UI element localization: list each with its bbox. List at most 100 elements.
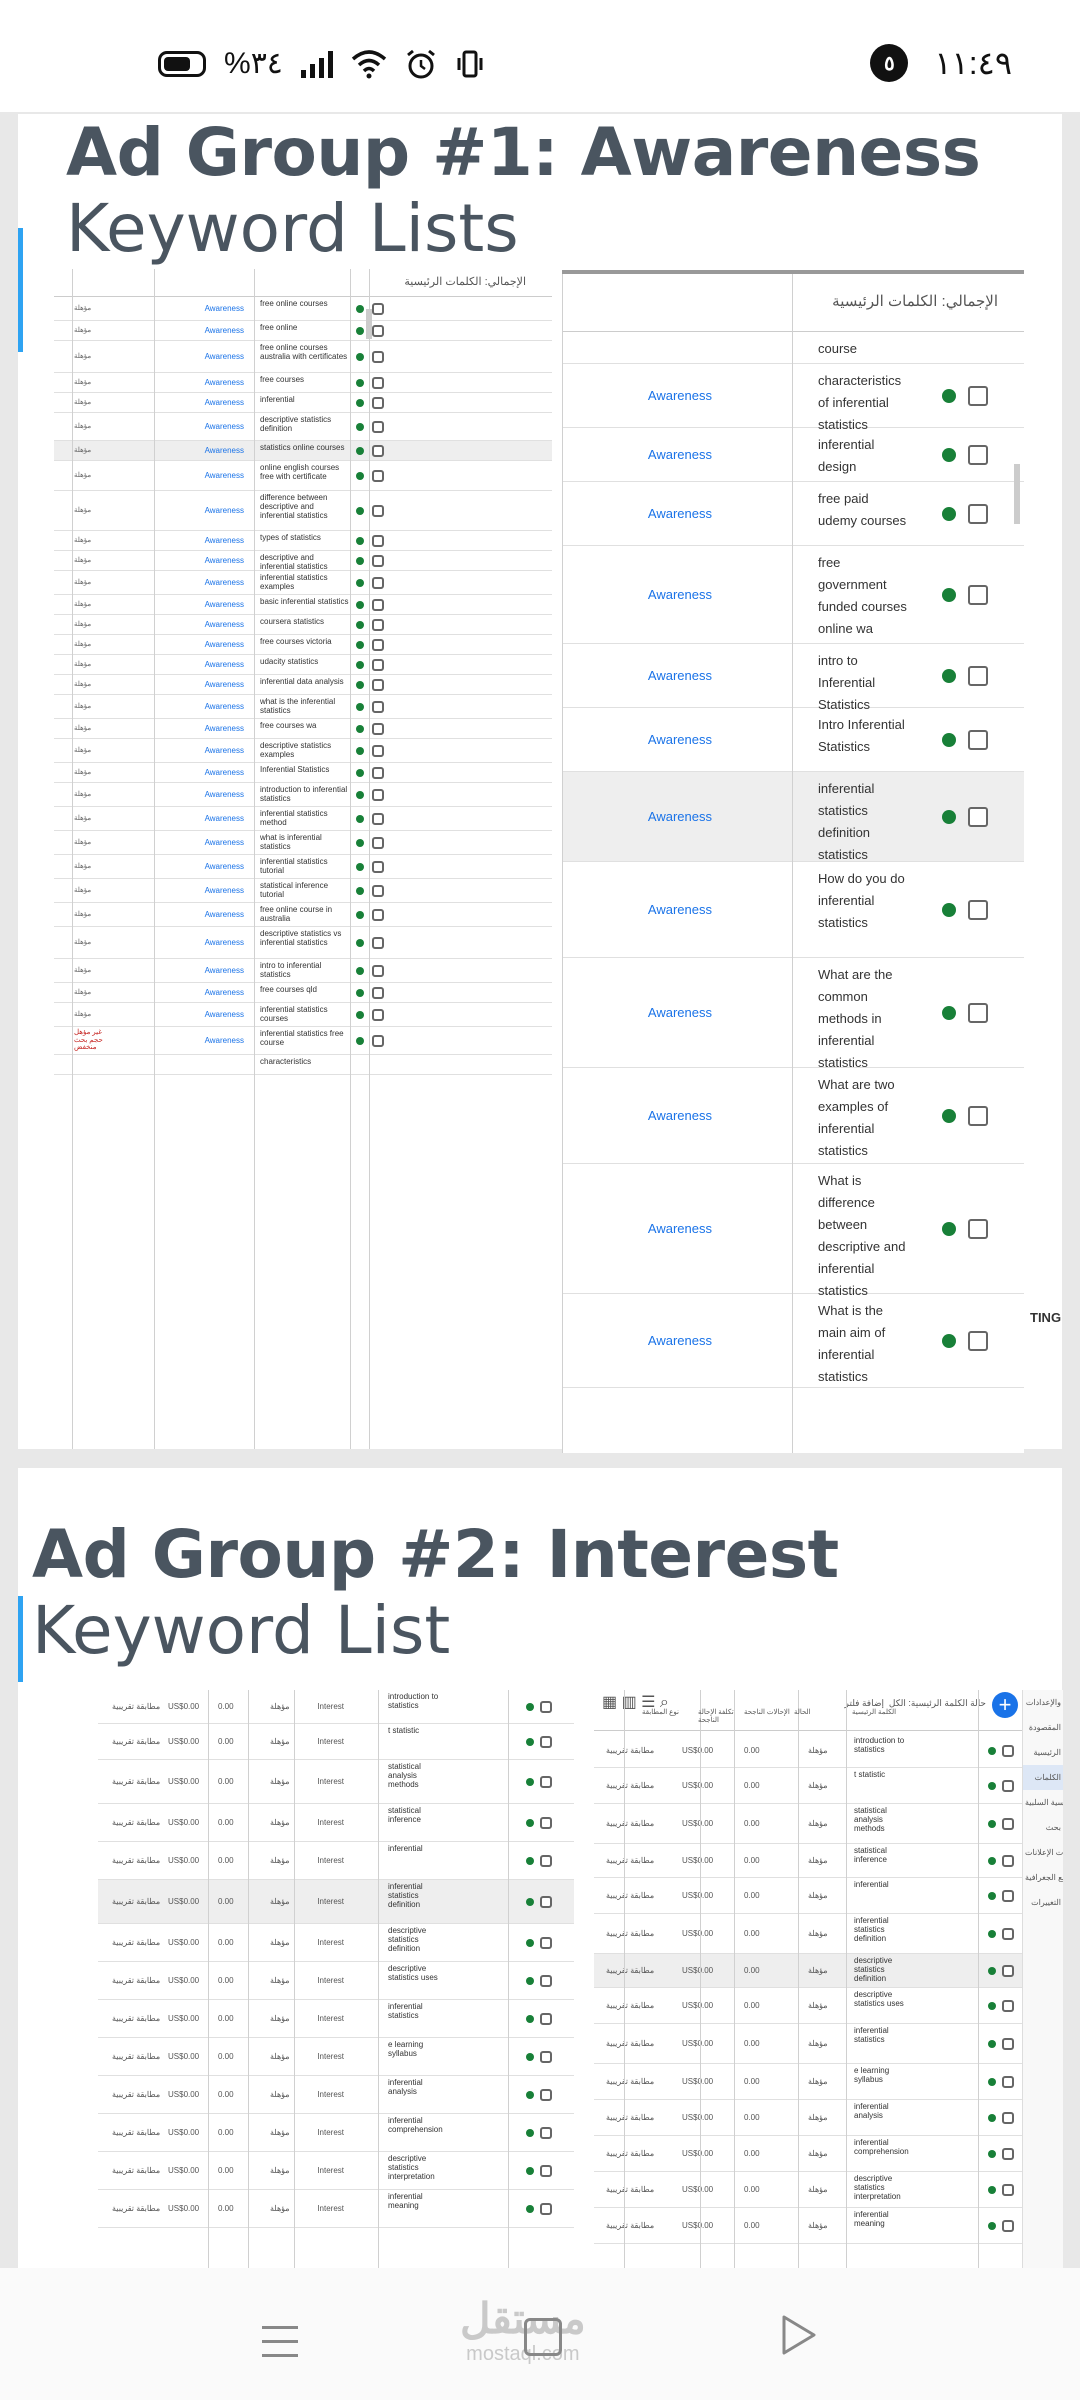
add-keyword-button[interactable]: + xyxy=(992,1692,1018,1718)
row-checkbox[interactable] xyxy=(372,325,384,337)
column-header[interactable]: الحالة xyxy=(794,1708,844,1716)
row-checkbox[interactable] xyxy=(1002,1745,1014,1757)
ad-group-link[interactable]: Awareness xyxy=(164,790,244,799)
ad-group-link[interactable]: Awareness xyxy=(602,447,712,462)
side-menu-item[interactable]: الكلمات xyxy=(1023,1765,1063,1790)
row-checkbox[interactable] xyxy=(968,504,988,524)
row-checkbox[interactable] xyxy=(540,1776,552,1788)
row-checkbox[interactable] xyxy=(968,1003,988,1023)
ad-group-link[interactable]: Awareness xyxy=(164,814,244,823)
row-checkbox[interactable] xyxy=(372,813,384,825)
column-header[interactable]: تكلفة الإحالة الناجحة xyxy=(698,1708,748,1724)
row-checkbox[interactable] xyxy=(372,965,384,977)
row-checkbox[interactable] xyxy=(372,599,384,611)
column-header[interactable]: الكلمة الرئيسية xyxy=(852,1708,902,1716)
row-checkbox[interactable] xyxy=(1002,1928,1014,1940)
column-header[interactable]: نوع المطابقة xyxy=(642,1708,692,1716)
ad-group-link[interactable]: Awareness xyxy=(164,746,244,755)
row-checkbox[interactable] xyxy=(1002,1818,1014,1830)
ad-group-link[interactable]: Awareness xyxy=(164,1010,244,1019)
side-menu-item[interactable]: التغييرات xyxy=(1023,1890,1063,1915)
row-checkbox[interactable] xyxy=(372,351,384,363)
row-checkbox[interactable] xyxy=(372,861,384,873)
row-checkbox[interactable] xyxy=(540,2203,552,2215)
scrollbar[interactable] xyxy=(366,309,372,339)
side-menu-item[interactable]: والإعدادات xyxy=(1023,1690,1063,1715)
ad-group-link[interactable]: Awareness xyxy=(164,724,244,733)
row-checkbox[interactable] xyxy=(540,1817,552,1829)
ad-group-link[interactable]: Awareness xyxy=(164,446,244,455)
row-checkbox[interactable] xyxy=(372,745,384,757)
ad-group-link[interactable]: Interest xyxy=(294,1856,344,1865)
ad-group-link[interactable]: Awareness xyxy=(602,668,712,683)
ad-group-link[interactable]: Awareness xyxy=(602,809,712,824)
row-checkbox[interactable] xyxy=(372,303,384,315)
ad-group-link[interactable]: Awareness xyxy=(164,471,244,480)
row-checkbox[interactable] xyxy=(540,2165,552,2177)
column-header[interactable]: الإحالات الناجحة xyxy=(744,1708,794,1716)
ad-group-link[interactable]: Interest xyxy=(294,2204,344,2213)
row-checkbox[interactable] xyxy=(372,619,384,631)
row-checkbox[interactable] xyxy=(372,987,384,999)
ad-group-link[interactable]: Interest xyxy=(294,1737,344,1746)
side-menu-item[interactable]: المقصودة xyxy=(1023,1715,1063,1740)
ad-group-link[interactable]: Awareness xyxy=(164,886,244,895)
ad-group-link[interactable]: Awareness xyxy=(164,988,244,997)
row-checkbox[interactable] xyxy=(372,767,384,779)
row-checkbox[interactable] xyxy=(1002,1780,1014,1792)
ad-group-link[interactable]: Awareness xyxy=(164,600,244,609)
ad-group-link[interactable]: Interest xyxy=(294,1976,344,1985)
row-checkbox[interactable] xyxy=(372,535,384,547)
row-checkbox[interactable] xyxy=(372,445,384,457)
ad-group-link[interactable]: Awareness xyxy=(164,378,244,387)
row-checkbox[interactable] xyxy=(540,1855,552,1867)
ad-group-link[interactable]: Awareness xyxy=(164,838,244,847)
ad-group-link[interactable]: Awareness xyxy=(164,768,244,777)
row-checkbox[interactable] xyxy=(372,837,384,849)
row-checkbox[interactable] xyxy=(540,2013,552,2025)
row-checkbox[interactable] xyxy=(540,1975,552,1987)
row-checkbox[interactable] xyxy=(372,789,384,801)
row-checkbox[interactable] xyxy=(1002,2038,1014,2050)
row-checkbox[interactable] xyxy=(1002,1890,1014,1902)
ad-group-link[interactable]: Awareness xyxy=(602,902,712,917)
row-checkbox[interactable] xyxy=(372,909,384,921)
row-checkbox[interactable] xyxy=(372,505,384,517)
ad-group-link[interactable]: Awareness xyxy=(602,732,712,747)
row-checkbox[interactable] xyxy=(968,585,988,605)
row-checkbox[interactable] xyxy=(968,900,988,920)
row-checkbox[interactable] xyxy=(372,470,384,482)
ad-group-link[interactable]: Interest xyxy=(294,1777,344,1786)
ad-group-link[interactable]: Interest xyxy=(294,1818,344,1827)
menu-icon[interactable] xyxy=(262,2326,298,2368)
ad-group-link[interactable]: Awareness xyxy=(164,304,244,313)
row-checkbox[interactable] xyxy=(372,885,384,897)
ad-group-link[interactable]: Awareness xyxy=(164,702,244,711)
row-checkbox[interactable] xyxy=(540,1736,552,1748)
ad-group-link[interactable]: Awareness xyxy=(602,587,712,602)
ad-group-link[interactable]: Awareness xyxy=(164,556,244,565)
row-checkbox[interactable] xyxy=(1002,2076,1014,2088)
row-checkbox[interactable] xyxy=(372,1009,384,1021)
row-checkbox[interactable] xyxy=(1002,1855,1014,1867)
ad-group-link[interactable]: Awareness xyxy=(164,352,244,361)
ad-group-link[interactable]: Interest xyxy=(294,2090,344,2099)
back-icon[interactable] xyxy=(780,2314,818,2356)
ad-group-link[interactable]: Awareness xyxy=(164,398,244,407)
row-checkbox[interactable] xyxy=(540,1937,552,1949)
row-checkbox[interactable] xyxy=(1002,2000,1014,2012)
ad-group-link[interactable]: Interest xyxy=(294,2166,344,2175)
row-checkbox[interactable] xyxy=(1002,1965,1014,1977)
row-checkbox[interactable] xyxy=(372,421,384,433)
row-checkbox[interactable] xyxy=(968,1219,988,1239)
ad-group-link[interactable]: Interest xyxy=(294,1897,344,1906)
ad-group-link[interactable]: Awareness xyxy=(164,910,244,919)
ad-group-link[interactable]: Awareness xyxy=(164,422,244,431)
row-checkbox[interactable] xyxy=(372,577,384,589)
ad-group-link[interactable]: Awareness xyxy=(164,660,244,669)
row-checkbox[interactable] xyxy=(1002,2184,1014,2196)
scrollbar[interactable] xyxy=(1014,464,1020,524)
row-checkbox[interactable] xyxy=(540,2089,552,2101)
ad-group-link[interactable]: Awareness xyxy=(164,680,244,689)
ad-group-link[interactable]: Awareness xyxy=(602,1108,712,1123)
